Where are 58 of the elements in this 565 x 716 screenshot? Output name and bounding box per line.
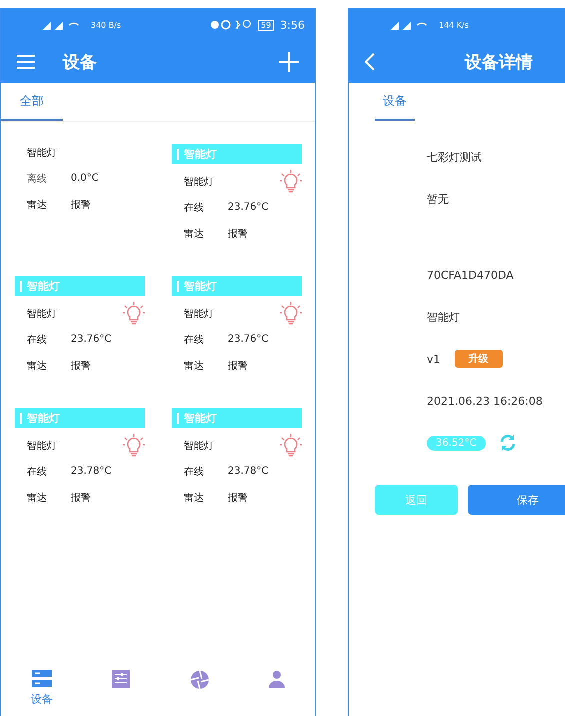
sensor-label: 雷达	[27, 198, 48, 212]
device-name: 智能灯	[184, 308, 214, 320]
battery-level: 59	[258, 20, 274, 30]
alarm-label: 报警	[71, 198, 91, 212]
clock-time: 3:56	[280, 18, 305, 32]
temperature-value: 23.78°C	[228, 466, 269, 477]
field-value: 七彩灯测试	[427, 150, 482, 164]
card-header: 智能灯	[172, 276, 302, 296]
device-name: 智能灯	[27, 146, 57, 160]
screen-title: 设备	[63, 52, 97, 74]
field-value: 智能灯	[427, 310, 460, 324]
upgrade-button[interactable]: 升级	[454, 350, 503, 368]
menu-icon[interactable]	[17, 55, 35, 69]
card-header: 智能灯	[15, 408, 145, 428]
card-header: 智能灯	[172, 408, 302, 428]
add-icon[interactable]	[279, 52, 299, 72]
device-status: 在线	[184, 202, 205, 214]
tab[interactable]: 设备	[375, 83, 415, 121]
alarm-label: 报警	[228, 228, 248, 240]
temperature-value: 23.76°C	[228, 202, 269, 213]
alarm-label: 报警	[71, 360, 91, 372]
device-status: 在线	[184, 334, 205, 346]
sensor-label: 雷达	[184, 492, 205, 504]
refresh-icon[interactable]	[500, 435, 516, 451]
network-speed: 340 B/s	[91, 20, 122, 30]
device-name: 智能灯	[184, 176, 214, 188]
field-value: 暂无	[427, 192, 449, 206]
device-status: 在线	[184, 466, 205, 478]
temperature-value: 23.76°C	[228, 334, 269, 345]
network-speed: 144 K/s	[439, 20, 469, 30]
device-status: 离线	[27, 172, 48, 186]
device-name: 智能灯	[27, 308, 57, 320]
field-value: 2021.06.23 16:26:08	[427, 394, 543, 408]
device-status: 在线	[27, 334, 48, 346]
device-name: 智能灯	[184, 440, 214, 452]
card-header: 智能灯	[15, 276, 145, 296]
alarm-label: 报警	[71, 492, 91, 504]
sensor-label: 雷达	[184, 228, 205, 240]
card-header: 智能灯	[172, 144, 302, 164]
temperature-badge: 36.52°C	[427, 436, 486, 450]
temperature-value: 23.78°C	[71, 466, 112, 477]
sensor-label: 雷达	[27, 492, 48, 504]
field-value: 70CFA1D470DA	[427, 268, 514, 282]
tab[interactable]: 全部	[1, 83, 63, 121]
temperature-value: 0.0°C	[71, 173, 99, 184]
sensor-label: 雷达	[184, 360, 205, 372]
alarm-label: 报警	[228, 492, 248, 504]
back-icon[interactable]	[365, 53, 375, 71]
temperature-value: 23.76°C	[71, 334, 112, 345]
device-status: 在线	[27, 466, 48, 478]
save-button[interactable]: 保存	[468, 485, 565, 515]
status-icons	[210, 20, 252, 30]
nav-item[interactable]: 设备	[30, 670, 53, 710]
screen-title: 设备详情	[465, 52, 533, 74]
device-name: 智能灯	[27, 440, 57, 452]
sensor-label: 雷达	[27, 360, 48, 372]
version-value: v1	[427, 352, 441, 366]
alarm-label: 报警	[228, 360, 248, 372]
